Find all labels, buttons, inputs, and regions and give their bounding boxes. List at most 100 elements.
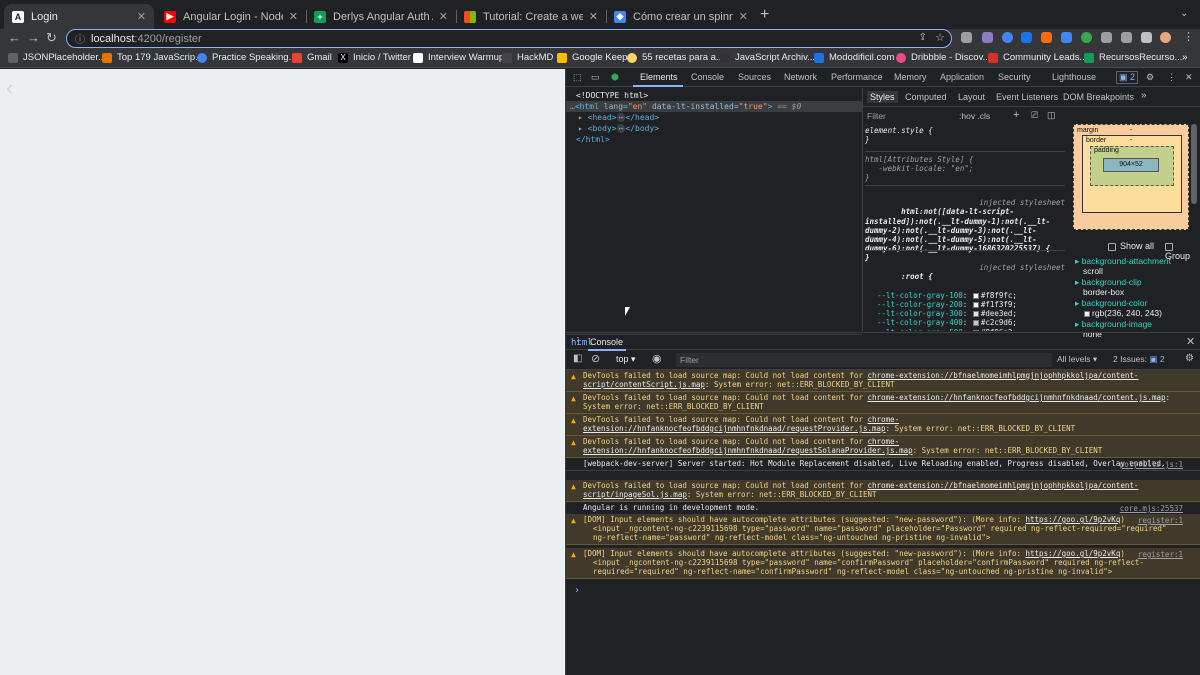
color-swatch[interactable] — [972, 292, 979, 299]
color-swatch[interactable] — [972, 311, 979, 318]
avatar[interactable] — [1160, 32, 1171, 43]
bookmark-item[interactable]: Dribbble - Discov... — [896, 52, 991, 63]
bookmark-item[interactable]: Top 179 JavaScrip... — [102, 52, 203, 63]
message-element-preview[interactable]: <input _ngcontent-ng-c2239115698 type="p… — [583, 524, 1183, 542]
doctype-node[interactable]: <!DOCTYPE html> — [576, 90, 648, 101]
bookmark-item[interactable]: JSONPlaceholder... — [8, 52, 106, 63]
message-link[interactable]: chrome-extension://hnfanknocfeofbddgcijn… — [867, 393, 1165, 402]
bookmark-item[interactable]: X Inicio / Twitter — [338, 52, 411, 63]
context-select[interactable]: top ▾ — [616, 354, 636, 365]
extension-icon[interactable] — [982, 32, 993, 43]
sidebar-toggle-icon[interactable]: ◧ — [573, 353, 582, 364]
bookmark-item[interactable]: Interview Warmup — [413, 52, 504, 63]
bookmark-item[interactable]: Community Leads... — [988, 52, 1087, 63]
color-swatch[interactable] — [1084, 310, 1090, 317]
bookmark-item[interactable]: Mododificil.com — [814, 52, 894, 63]
bookmark-item[interactable]: 55 recetas para a... — [627, 52, 724, 63]
console-warning[interactable]: ▲ register:1 [DOM] Input elements should h… — [566, 514, 1200, 545]
style-rule-root[interactable]: injected stylesheet :root { --lt-color-g… — [865, 250, 1065, 331]
style-rule[interactable]: html[Attributes Style] { -webkit-locale:… — [865, 151, 1065, 183]
bookmark-star-icon[interactable]: ☆ — [935, 31, 945, 44]
box-model-margin[interactable]: margin - border - padding 904×52 — [1073, 124, 1189, 230]
hov-cls-toggle[interactable]: :hov .cls — [959, 111, 990, 121]
gear-icon[interactable]: ⚙ — [1146, 72, 1154, 83]
source-link[interactable]: core.mjs:25537 — [1120, 504, 1183, 513]
close-icon[interactable]: ✕ — [137, 10, 146, 23]
forward-icon[interactable]: → — [27, 30, 40, 45]
color-swatch[interactable] — [972, 329, 979, 331]
reload-icon[interactable]: ↻ — [46, 30, 57, 46]
drawer-menu-icon[interactable]: ⋮ — [573, 336, 583, 347]
styles-filter-input[interactable]: Filter — [867, 111, 886, 121]
paint-icon[interactable]: ⎚ — [1031, 110, 1038, 121]
close-icon[interactable]: ✕ — [1186, 335, 1195, 348]
console-filter-input[interactable]: Filter — [676, 353, 1052, 367]
console-warning[interactable]: ▲ DevTools failed to load source map: Cou… — [566, 436, 1200, 458]
tab-layout[interactable]: Layout — [958, 92, 985, 102]
tab-security[interactable]: Security — [998, 72, 1031, 82]
extension-icon[interactable] — [961, 32, 972, 43]
tab-search-icon[interactable]: ⌄ — [1180, 8, 1188, 19]
menu-icon[interactable]: ⋮ — [1183, 30, 1194, 43]
message-link[interactable]: https://goo.gl/9p2vKq — [1026, 549, 1121, 558]
tab-application[interactable]: Application — [940, 72, 984, 82]
console-prompt[interactable]: › — [574, 586, 580, 596]
css-variable[interactable]: --lt-color-gray-300: #dee3ed; — [865, 309, 1065, 318]
head-node[interactable]: ▸ <head> ⋯ </head> — [578, 112, 659, 123]
console-message[interactable]: polyfills.js:1 [webpack-dev-server] Serve… — [566, 458, 1200, 471]
source-link[interactable]: register:1 — [1138, 516, 1183, 525]
console-warning[interactable]: ▲ DevTools failed to load source map: Cou… — [566, 392, 1200, 414]
tab-sources[interactable]: Sources — [738, 72, 771, 82]
tab-angular-login-video[interactable]: ▶ Angular Login - NodeJS Expre ✕ — [156, 4, 306, 29]
extension-icon[interactable] — [1041, 32, 1052, 43]
console-warning[interactable]: ▲ DevTools failed to load source map: Cou… — [566, 480, 1200, 502]
clear-console-icon[interactable]: ⊘ — [591, 352, 600, 365]
source-link[interactable]: register:1 — [1138, 550, 1183, 559]
console-warning[interactable]: ▲ register:1 [DOM] Input elements should h… — [566, 548, 1200, 579]
box-model-padding[interactable]: padding 904×52 — [1090, 146, 1174, 186]
css-variable[interactable]: --lt-color-gray-100: #f8f9fc; — [865, 291, 1065, 300]
more-tabs-icon[interactable]: » — [1141, 90, 1147, 101]
tab-tutorial-web-api[interactable]: Tutorial: Create a web API with ✕ — [456, 4, 606, 29]
box-model-content[interactable]: 904×52 — [1103, 158, 1159, 172]
more-bookmarks-icon[interactable]: » — [1182, 52, 1188, 63]
eye-icon[interactable]: ◉ — [652, 352, 662, 365]
tab-performance[interactable]: Performance — [831, 72, 883, 82]
inspect-icon[interactable]: ⬚ — [573, 72, 582, 83]
box-model-border[interactable]: border - padding 904×52 — [1082, 135, 1182, 213]
color-swatch[interactable] — [972, 302, 979, 309]
computed-property[interactable]: ▸ background-clip border-box — [1075, 277, 1199, 297]
bookmark-item[interactable]: Google Keep — [557, 52, 627, 63]
media-icon[interactable] — [1121, 32, 1132, 43]
new-tab-button[interactable]: + — [760, 6, 769, 24]
back-icon[interactable]: ← — [8, 30, 21, 45]
tab-dom-breakpoints[interactable]: DOM Breakpoints — [1063, 92, 1134, 102]
tab-lighthouse[interactable]: Lighthouse — [1052, 72, 1096, 82]
computed-property[interactable]: ▸ background-color rgb(236, 240, 243) — [1075, 298, 1199, 318]
computed-property[interactable]: ▸ background-attachment scroll — [1075, 256, 1199, 276]
close-icon[interactable]: ✕ — [1185, 72, 1193, 83]
console-warning[interactable]: ▲ DevTools failed to load source map: Cou… — [566, 370, 1200, 392]
extension-icon[interactable] — [1021, 32, 1032, 43]
close-icon[interactable]: ✕ — [289, 10, 298, 23]
html-node[interactable]: …<html lang="en" data-lt-installed="true… — [566, 101, 862, 112]
extension-icon[interactable] — [1002, 32, 1013, 43]
show-all-checkbox[interactable]: Show all — [1108, 241, 1154, 251]
tab-derlys-app[interactable]: + Derlys Angular Auth App - Ho ✕ — [306, 4, 456, 29]
share-icon[interactable]: ⇪ — [919, 32, 927, 43]
tab-elements[interactable]: Elements — [640, 72, 678, 82]
bookmark-item[interactable]: Gmail — [292, 52, 332, 63]
add-rule-icon[interactable]: + — [1013, 109, 1019, 121]
bookmark-item[interactable]: RecursosRecurso... — [1084, 52, 1182, 63]
extension-icon[interactable] — [1081, 32, 1092, 43]
info-icon[interactable]: ⓘ — [75, 31, 85, 46]
bookmark-item[interactable]: Practice Speaking... — [197, 52, 297, 63]
body-node[interactable]: ▸ <body> ⋯ </body> — [578, 123, 659, 134]
tab-event-listeners[interactable]: Event Listeners — [996, 92, 1058, 102]
chevron-left-icon[interactable]: ‹ — [6, 75, 13, 101]
drawer-tab-console[interactable]: Console — [590, 337, 623, 347]
issues-button[interactable]: 2 Issues: ▣ 2 — [1113, 354, 1165, 365]
more-icon[interactable]: ⋮ — [1167, 72, 1176, 83]
tab-login[interactable]: A Login ✕ — [4, 4, 154, 29]
bookmark-item[interactable]: HackMD — [502, 52, 553, 63]
